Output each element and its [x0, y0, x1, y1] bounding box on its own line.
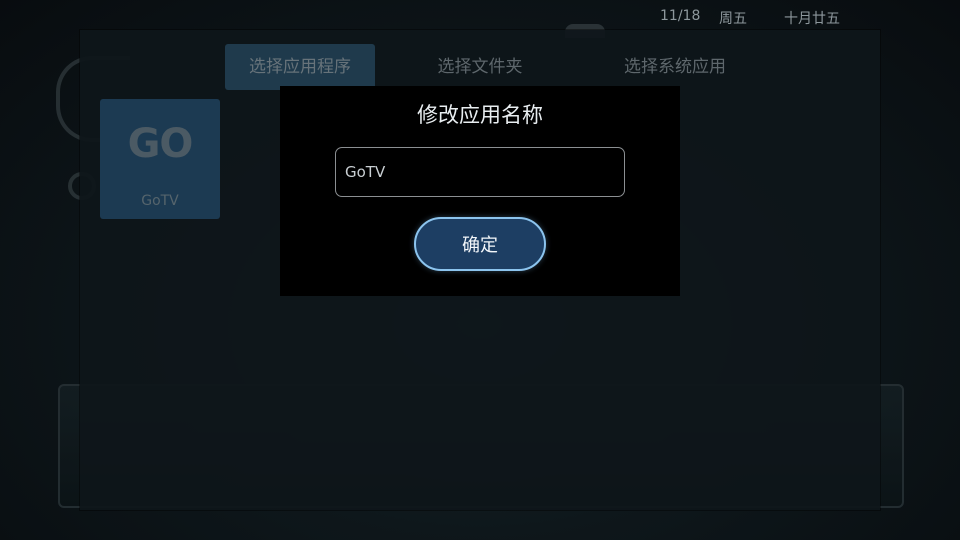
status-lunar-date: 十月廿五 — [784, 11, 840, 27]
gotv-logo-icon: GO — [127, 121, 194, 167]
rename-app-dialog: 修改应用名称 确定 — [280, 86, 680, 296]
app-name-input[interactable] — [335, 147, 625, 197]
status-date: 11/18 — [660, 8, 701, 24]
status-weekday: 周五 — [719, 11, 747, 27]
dialog-title: 修改应用名称 — [417, 103, 543, 127]
app-tile-label: GoTV — [141, 193, 179, 209]
status-bar: 11/18 周五 十月廿五 — [660, 8, 950, 30]
app-tile-gotv[interactable]: GO GoTV — [100, 99, 220, 219]
tab-select-folder[interactable]: 选择文件夹 — [400, 44, 560, 90]
tv-launcher-screen: 11/18 周五 十月廿五 选择应用程序 选择文件夹 选择系统应用 GO GoT… — [0, 0, 960, 540]
confirm-button[interactable]: 确定 — [414, 217, 546, 271]
tab-select-app[interactable]: 选择应用程序 — [225, 44, 375, 90]
tab-select-system-app[interactable]: 选择系统应用 — [590, 44, 760, 90]
